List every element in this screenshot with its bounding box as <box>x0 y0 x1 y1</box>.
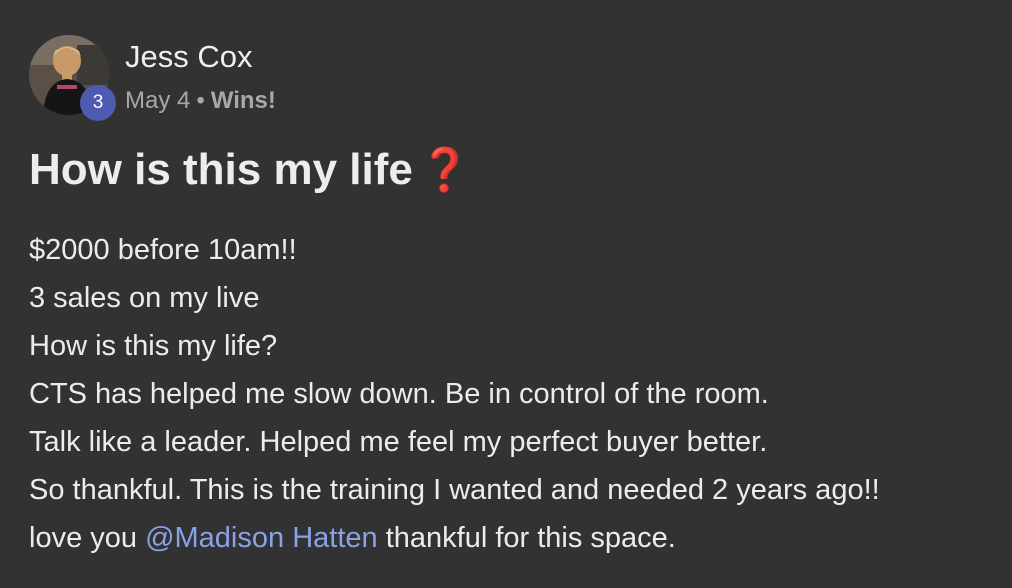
post-category[interactable]: Wins! <box>211 87 276 114</box>
post-line-suffix: thankful for this space. <box>377 522 676 554</box>
post-line-last: love you @Madison Hatten thankful for th… <box>29 514 880 562</box>
post-line: How is this my life? <box>29 330 278 362</box>
post-line-prefix: love you <box>29 522 146 554</box>
post-line: Talk like a leader. Helped me feel my pe… <box>29 426 768 458</box>
author-name[interactable]: Jess Cox <box>125 39 252 75</box>
post-line: $2000 before 10am!! <box>29 234 297 266</box>
level-badge: 3 <box>80 85 116 121</box>
red-question-mark-icon: ❓ <box>418 146 472 193</box>
post-title-text: How is this my life <box>29 145 413 194</box>
post-line: 3 sales on my live <box>29 282 260 314</box>
meta-separator: • <box>196 87 205 114</box>
post-meta: May 4 • Wins! <box>125 87 276 115</box>
post-body: $2000 before 10am!! 3 sales on my live H… <box>29 226 880 562</box>
post-title: How is this my life ❓ <box>29 145 471 195</box>
post-date[interactable]: May 4 <box>125 87 190 114</box>
post-card: 3 Jess Cox May 4 • Wins! How is this my li… <box>0 0 1012 588</box>
post-line: CTS has helped me slow down. Be in contr… <box>29 378 769 410</box>
mention-link[interactable]: @Madison Hatten <box>145 522 378 554</box>
post-line: So thankful. This is the training I want… <box>29 474 880 506</box>
